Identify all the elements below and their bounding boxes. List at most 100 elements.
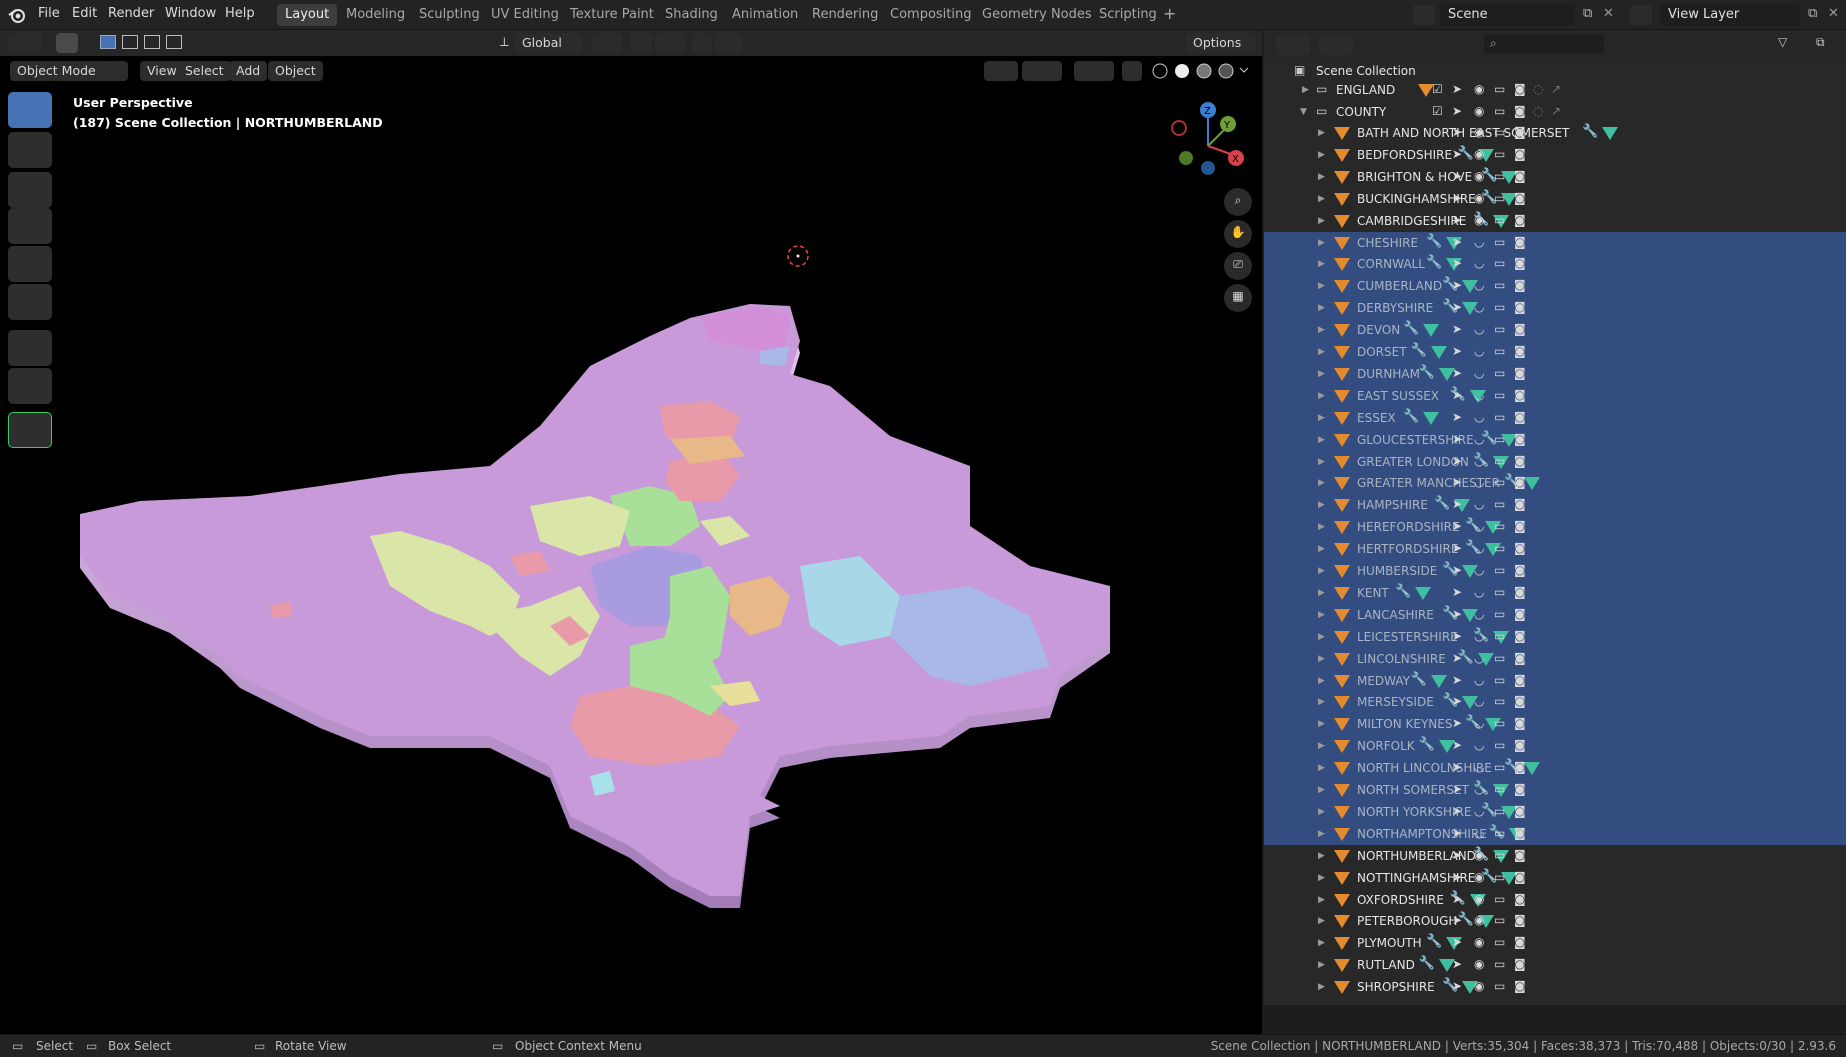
expand-arrow-icon[interactable]: ▶ — [1318, 741, 1325, 751]
selectable-icon[interactable]: ➤ — [1452, 716, 1462, 730]
render-camera-icon[interactable]: ◙ — [1514, 651, 1526, 665]
move-tool-icon[interactable] — [8, 172, 52, 208]
menu-edit[interactable]: Edit — [72, 6, 97, 21]
selectable-icon[interactable]: ➤ — [1452, 497, 1462, 511]
selectable-icon[interactable]: ➤ — [1452, 892, 1462, 906]
view-layer-icon[interactable] — [1630, 5, 1652, 25]
visibility-eye-icon[interactable]: ◡ — [1474, 235, 1484, 249]
expand-arrow-icon[interactable]: ▶ — [1318, 676, 1325, 686]
visibility-eye-icon[interactable]: ◡ — [1474, 388, 1484, 402]
measure-tool-icon[interactable] — [8, 368, 52, 404]
outliner-row-object[interactable]: ▶ CHESHIRE 🔧 ➤ ◡ ▭ ◙ — [1264, 231, 1846, 254]
expand-arrow-icon[interactable]: ▶ — [1318, 610, 1325, 620]
selectable-icon[interactable]: ➤ — [1452, 826, 1462, 840]
indirect-only-icon[interactable]: ↗ — [1551, 82, 1561, 96]
visibility-eye-icon[interactable]: ◡ — [1474, 410, 1484, 424]
selectable-icon[interactable]: ➤ — [1452, 979, 1462, 993]
viewport-display-icon[interactable]: ▭ — [1494, 213, 1505, 227]
selectable-icon[interactable]: ➤ — [1452, 673, 1462, 687]
viewport-display-icon[interactable]: ▭ — [1494, 475, 1505, 489]
3d-cursor-icon[interactable] — [786, 244, 810, 268]
tab-texture-paint[interactable]: Texture Paint — [562, 4, 662, 26]
viewport-display-icon[interactable]: ▭ — [1494, 519, 1505, 533]
selectable-icon[interactable]: ➤ — [1452, 563, 1462, 577]
tab-geometry-nodes[interactable]: Geometry Nodes — [974, 4, 1100, 26]
editor-type-icon[interactable] — [8, 33, 42, 53]
visibility-eye-icon[interactable]: ◡ — [1474, 716, 1484, 730]
navigation-gizmo[interactable]: Z Y X — [1164, 100, 1244, 180]
viewport-display-icon[interactable]: ▭ — [1494, 300, 1505, 314]
expand-arrow-icon[interactable]: ▶ — [1318, 895, 1325, 905]
object-menu[interactable]: Object — [268, 61, 323, 81]
render-camera-icon[interactable]: ◙ — [1514, 716, 1526, 730]
expand-arrow-icon[interactable]: ▶ — [1318, 259, 1325, 269]
viewport-display-icon[interactable]: ▭ — [1494, 870, 1505, 884]
render-camera-icon[interactable]: ◙ — [1514, 278, 1526, 292]
outliner-row-object[interactable]: ▶ DERBYSHIRE 🔧 ➤ ◡ ▭ ◙ — [1264, 297, 1846, 320]
selectable-icon[interactable]: ➤ — [1452, 782, 1462, 796]
holdout-icon[interactable]: ◌ — [1533, 82, 1543, 96]
view-layer-field[interactable]: View Layer — [1660, 4, 1800, 26]
selectable-icon[interactable]: ➤ — [1452, 694, 1462, 708]
selectable-icon[interactable]: ➤ — [1452, 191, 1462, 205]
outliner-row-object[interactable]: ▶ DORSET 🔧 ➤ ◡ ▭ ◙ — [1264, 341, 1846, 363]
outliner-row-object[interactable]: ▶ CORNWALL 🔧 ➤ ◡ ▭ ◙ — [1264, 253, 1846, 276]
selectable-icon[interactable]: ➤ — [1452, 760, 1462, 774]
outliner-row-object[interactable]: ▶ BEDFORDSHIRE 🔧 ➤ ◉ ▭ ◙ — [1264, 144, 1846, 166]
visibility-eye-icon[interactable]: ◡ — [1474, 585, 1484, 599]
viewport-display-icon[interactable]: ▭ — [1494, 541, 1505, 555]
selectable-icon[interactable]: ➤ — [1452, 410, 1462, 424]
expand-arrow-icon[interactable]: ▶ — [1318, 522, 1325, 532]
render-camera-icon[interactable]: ◙ — [1514, 432, 1526, 446]
viewport-display-icon[interactable]: ▭ — [1494, 694, 1505, 708]
new-collection-icon[interactable]: ⧉ — [1816, 35, 1825, 50]
visibility-eye-icon[interactable]: ◉ — [1474, 957, 1484, 971]
expand-arrow-icon[interactable]: ▶ — [1318, 807, 1325, 817]
viewport-display-icon[interactable]: ▭ — [1494, 848, 1505, 862]
render-camera-icon[interactable]: ◙ — [1514, 344, 1526, 358]
tab-uv-editing[interactable]: UV Editing — [483, 4, 567, 26]
viewport-display-icon[interactable]: ▭ — [1494, 366, 1505, 380]
object-mode-dropdown[interactable]: Object Mode — [10, 61, 128, 81]
selectable-icon[interactable]: ➤ — [1452, 125, 1462, 139]
render-camera-icon[interactable]: ◙ — [1514, 607, 1526, 621]
visibility-eye-icon[interactable]: ◉ — [1474, 104, 1484, 118]
outliner-row-object[interactable]: ▶ DURNHAM 🔧 ➤ ◡ ▭ ◙ — [1264, 362, 1846, 385]
options-dropdown[interactable]: Options — [1186, 33, 1256, 53]
outliner-row-object[interactable]: ▶ MILTON KEYNES 🔧 ➤ ◡ ▭ ◙ — [1264, 713, 1846, 736]
selectable-icon[interactable]: ➤ — [1452, 388, 1462, 402]
viewport-display-icon[interactable]: ▭ — [1494, 410, 1505, 424]
outliner-row-object[interactable]: ▶ EAST SUSSEX 🔧 ➤ ◡ ▭ ◙ — [1264, 384, 1846, 407]
viewport-display-icon[interactable]: ▭ — [1494, 892, 1505, 906]
outliner-row-object[interactable]: ▶ GLOUCESTERSHIRE 🔧 ➤ ◡ ▭ ◙ — [1264, 428, 1846, 451]
expand-arrow-icon[interactable]: ▶ — [1318, 500, 1325, 510]
zoom-icon[interactable]: ⌕ — [1224, 188, 1252, 216]
expand-arrow-icon[interactable]: ▶ — [1318, 719, 1325, 729]
outliner-row-object[interactable]: ▶ OXFORDSHIRE 🔧 ➤ ◉ ▭ ◙ — [1264, 889, 1846, 911]
viewport-display-icon[interactable]: ▭ — [1494, 629, 1505, 643]
visibility-eye-icon[interactable]: ◡ — [1474, 454, 1484, 468]
render-camera-icon[interactable]: ◙ — [1514, 256, 1526, 270]
display-mode-icon[interactable] — [1319, 35, 1353, 55]
visibility-eye-icon[interactable]: ◉ — [1474, 870, 1484, 884]
scene-selector-icon[interactable] — [1413, 5, 1435, 25]
outliner-row-object[interactable]: ▶ LINCOLNSHIRE 🔧 ➤ ◡ ▭ ◙ — [1264, 647, 1846, 670]
selectable-icon[interactable]: ➤ — [1452, 213, 1462, 227]
visibility-eye-icon[interactable]: ◡ — [1474, 629, 1484, 643]
visibility-eye-icon[interactable]: ◡ — [1474, 738, 1484, 752]
viewport-display-icon[interactable]: ▭ — [1494, 979, 1505, 993]
visibility-eye-icon[interactable]: ◉ — [1474, 191, 1484, 205]
camera-view-icon[interactable]: ⎚ — [1224, 252, 1252, 280]
expand-arrow-icon[interactable]: ▶ — [1318, 829, 1325, 839]
visibility-eye-icon[interactable]: ◉ — [1474, 848, 1484, 862]
expand-arrow-icon[interactable]: ▶ — [1318, 632, 1325, 642]
tab-shading[interactable]: Shading — [657, 4, 726, 26]
outliner-row-object[interactable]: ▶ HAMPSHIRE 🔧 ➤ ◡ ▭ ◙ — [1264, 494, 1846, 517]
visibility-eye-icon[interactable]: ◡ — [1474, 826, 1484, 840]
render-camera-icon[interactable]: ◙ — [1514, 541, 1526, 555]
render-camera-icon[interactable]: ◙ — [1514, 585, 1526, 599]
expand-arrow-icon[interactable]: ▶ — [1318, 851, 1325, 861]
viewport-display-icon[interactable]: ▭ — [1494, 191, 1505, 205]
expand-arrow-icon[interactable]: ▶ — [1318, 172, 1325, 182]
render-camera-icon[interactable]: ◙ — [1514, 300, 1526, 314]
